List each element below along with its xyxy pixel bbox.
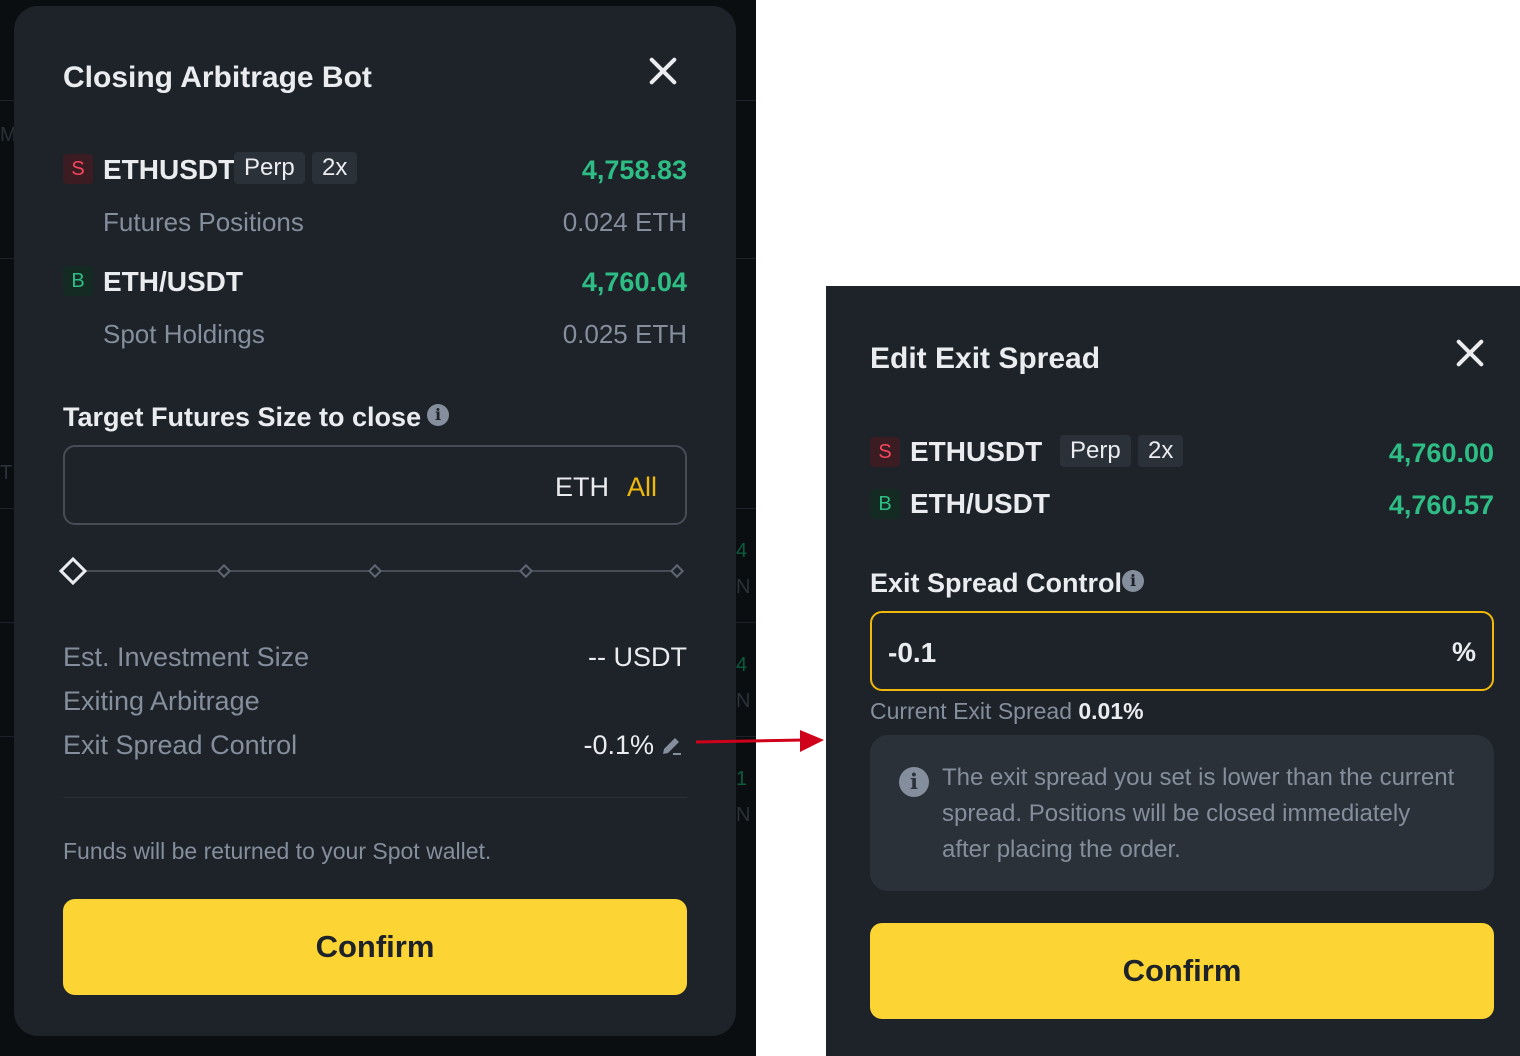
leverage-tag: 2x: [1138, 435, 1184, 467]
exit-spread-input[interactable]: -0.1 %: [870, 611, 1494, 691]
slider-step[interactable]: [669, 563, 685, 579]
futures-symbol: ETHUSDT: [103, 154, 236, 185]
warning-text: The exit spread you set is lower than th…: [942, 760, 1454, 868]
closing-arbitrage-modal: Closing Arbitrage Bot S ETHUSDT Perp 2x …: [14, 6, 736, 1036]
funds-note: Funds will be returned to your Spot wall…: [63, 838, 492, 864]
sell-side-badge: S: [870, 437, 900, 467]
confirm-button[interactable]: Confirm: [63, 899, 687, 995]
close-icon[interactable]: [646, 54, 680, 88]
est-investment-label: Est. Investment Size: [63, 642, 310, 672]
perp-tag: Perp: [1060, 435, 1131, 467]
leverage-tag: 2x: [312, 152, 358, 184]
exit-spread-value: -0.1%: [583, 730, 654, 760]
input-unit: ETH: [555, 472, 609, 502]
target-size-label: Target Futures Size to close: [63, 402, 422, 432]
warning-line: spread. Positions will be closed immedia…: [942, 800, 1411, 827]
info-icon[interactable]: i: [427, 404, 449, 426]
futures-price: 4,760.00: [1388, 438, 1494, 468]
slider-step[interactable]: [367, 563, 383, 579]
current-exit-spread-label: Current Exit Spread: [870, 698, 1072, 724]
edit-pencil-icon[interactable]: [660, 734, 684, 758]
arrow-icon: [695, 730, 824, 752]
info-icon: i: [899, 767, 929, 797]
spot-symbol: ETH/USDT: [103, 266, 243, 297]
all-button[interactable]: All: [627, 472, 657, 503]
spot-holdings-value: 0.025 ETH: [562, 319, 687, 349]
slider-step[interactable]: [518, 563, 534, 579]
percent-unit: %: [1451, 637, 1476, 667]
slider-handle[interactable]: [58, 556, 88, 586]
warning-line: after placing the order.: [942, 836, 1181, 863]
divider: [63, 797, 687, 798]
warning-line: The exit spread you set is lower than th…: [942, 764, 1455, 791]
futures-symbol: ETHUSDT: [910, 436, 1043, 467]
exit-spread-label: Exit Spread Control: [63, 730, 298, 760]
modal-title: Edit Exit Spread: [870, 342, 1101, 375]
close-icon[interactable]: [1453, 336, 1487, 370]
exit-spread-control-label: Exit Spread Control: [870, 568, 1123, 598]
sell-side-badge: S: [63, 154, 93, 184]
exit-spread-input-value: -0.1: [888, 637, 937, 668]
target-size-input[interactable]: ETH All: [63, 445, 687, 525]
futures-price: 4,758.83: [581, 155, 687, 185]
buy-side-badge: B: [63, 266, 93, 296]
exiting-arbitrage-label: Exiting Arbitrage: [63, 686, 260, 716]
futures-positions-label: Futures Positions: [103, 207, 304, 237]
current-exit-spread: Current Exit Spread 0.01%: [870, 698, 1144, 725]
current-exit-spread-value: 0.01%: [1078, 698, 1144, 724]
spot-holdings-label: Spot Holdings: [103, 319, 265, 349]
buy-side-badge: B: [870, 489, 900, 519]
perp-tag: Perp: [234, 152, 305, 184]
spot-symbol: ETH/USDT: [910, 488, 1050, 519]
modal-title: Closing Arbitrage Bot: [63, 61, 372, 94]
info-icon[interactable]: i: [1122, 570, 1144, 592]
spot-price: 4,760.57: [1388, 490, 1494, 520]
futures-positions-value: 0.024 ETH: [562, 207, 687, 237]
warning-box: i The exit spread you set is lower than …: [870, 735, 1494, 891]
est-investment-value: -- USDT: [588, 642, 687, 672]
edit-exit-spread-modal: Edit Exit Spread S ETHUSDT Perp 2x 4,760…: [826, 286, 1520, 1056]
spot-price: 4,760.04: [581, 267, 687, 297]
confirm-button[interactable]: Confirm: [870, 923, 1494, 1019]
slider-step[interactable]: [216, 563, 232, 579]
